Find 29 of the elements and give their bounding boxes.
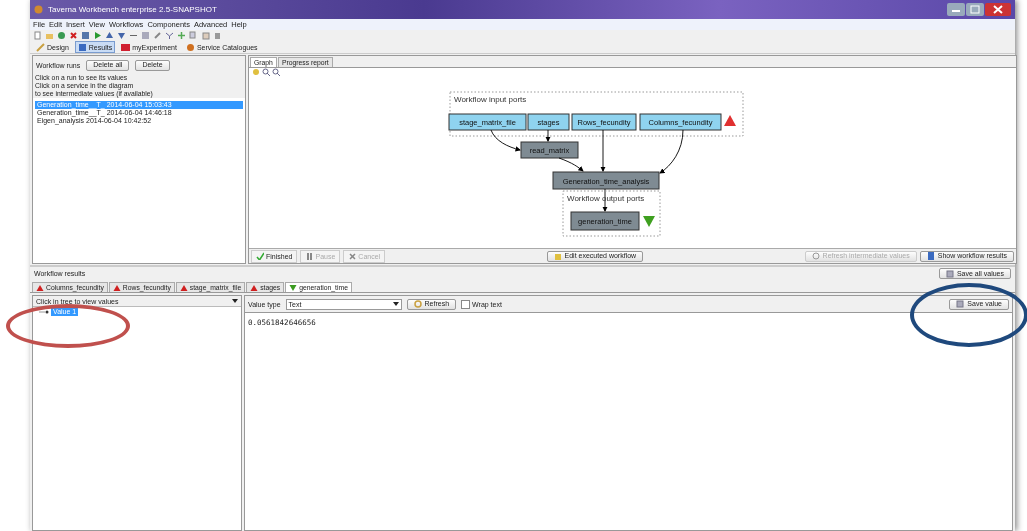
dropdown-icon (392, 301, 399, 307)
tick-icon (256, 252, 264, 260)
down-arrow-icon (117, 31, 126, 40)
new-file-icon (33, 31, 42, 40)
maximize-button[interactable] (966, 3, 984, 16)
output-triangle-icon (643, 216, 655, 227)
plus-icon (177, 31, 186, 40)
input-ports-label: Workflow input ports (454, 95, 527, 104)
tree-node-icon (39, 308, 49, 316)
dropdown-icon (232, 298, 238, 304)
up-triangle-icon (250, 283, 259, 292)
zoom-in-icon (262, 68, 270, 76)
close-file-icon (69, 31, 78, 40)
down-triangle-icon (289, 283, 298, 292)
up-triangle-icon (179, 283, 188, 292)
up-triangle-icon (112, 283, 121, 292)
pencil-icon (153, 31, 162, 40)
minimize-button[interactable] (947, 3, 965, 16)
app-icon (34, 5, 43, 14)
zoom-out-icon (272, 68, 280, 76)
pause-icon (305, 252, 314, 260)
warning-icon (724, 115, 736, 126)
up-triangle-icon (36, 283, 44, 292)
up-arrow-icon (105, 31, 114, 40)
window-title: Taverna Workbench enterprise 2.5-SNAPSHOT (48, 5, 217, 14)
cross-icon (348, 252, 357, 260)
merge-icon (165, 31, 174, 40)
close-button[interactable] (985, 3, 1011, 16)
pencil-icon (36, 42, 45, 52)
